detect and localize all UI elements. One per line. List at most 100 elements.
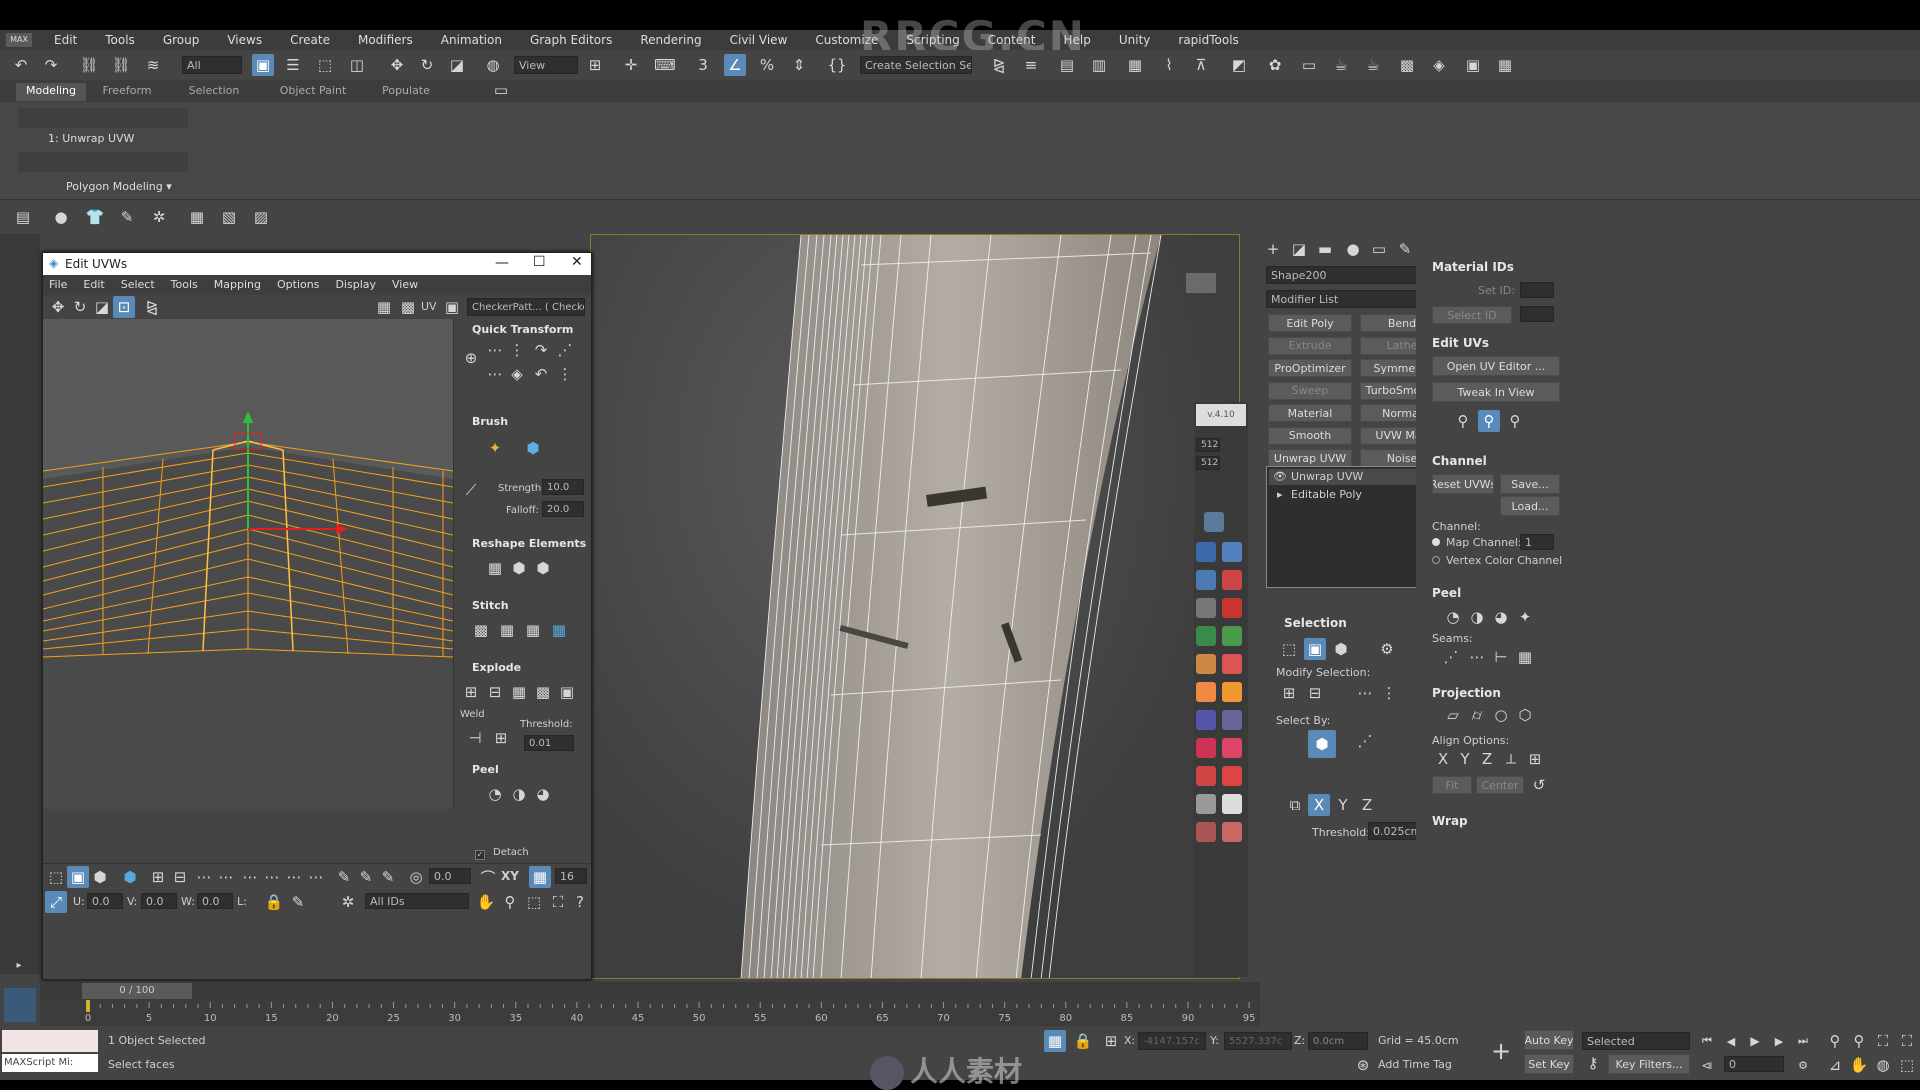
uv-rotate-icon[interactable]: ↻ <box>69 296 91 318</box>
named-selection-set[interactable]: Create Selection Se <box>860 56 972 74</box>
orbit-icon[interactable]: ◍ <box>1872 1054 1894 1076</box>
modifier-button-smooth[interactable]: Smooth <box>1268 426 1352 445</box>
space-h-icon[interactable]: ⋰ <box>554 339 576 361</box>
tweak-icon-3[interactable]: ⚲ <box>1504 410 1526 432</box>
set-id-field[interactable] <box>1520 282 1554 298</box>
prev-frame-icon[interactable]: ◀︎ <box>1720 1030 1742 1052</box>
minimize-icon[interactable]: — <box>495 255 509 271</box>
maximize-icon[interactable]: ☐ <box>533 254 546 270</box>
textools-512-icon[interactable] <box>1222 794 1242 814</box>
element-select-icon[interactable]: ⬢ <box>1330 638 1352 660</box>
projection-title[interactable]: Projection <box>1432 686 1501 700</box>
vertex-select-icon[interactable]: ⬚ <box>1278 638 1300 660</box>
uv-menu-item-edit[interactable]: Edit <box>83 278 104 291</box>
uv-mirror-icon[interactable]: ⧎ <box>141 296 163 318</box>
z-coordinate[interactable]: 0.0cm <box>1308 1032 1368 1050</box>
current-frame-field[interactable]: 0 <box>1724 1056 1784 1072</box>
modifier-button-prooptimizer[interactable]: ProOptimizer <box>1268 359 1352 377</box>
peel-pin-icon[interactable]: ✦ <box>1514 606 1536 628</box>
key-mode-toggle-icon[interactable]: ⧏ <box>1696 1054 1718 1076</box>
textools-uv-3d-icon[interactable] <box>1222 570 1242 590</box>
uv-scale-icon[interactable]: ◪ <box>91 296 113 318</box>
peel-title[interactable]: Peel <box>1432 586 1461 600</box>
shirt-icon[interactable]: 👕 <box>84 206 106 228</box>
keyboard-shortcut-icon[interactable]: ⌨ <box>654 54 676 76</box>
modifier-button-unwrap-uvw[interactable]: Unwrap UVW <box>1268 449 1352 467</box>
save-button[interactable]: Save... <box>1500 474 1560 494</box>
unlink-icon[interactable]: ⛓ <box>110 54 132 76</box>
align-icon[interactable]: ≡ <box>1020 54 1042 76</box>
x-coordinate[interactable]: -4147.157c <box>1138 1032 1206 1050</box>
seam-convert-icon[interactable]: ▦ <box>1514 646 1536 668</box>
vertex-color-radio[interactable] <box>1432 556 1440 564</box>
zoom-icon[interactable]: ⚲ <box>499 891 521 913</box>
render-production-icon[interactable]: ☕ <box>1330 54 1352 76</box>
edit-uvs-title[interactable]: Edit UVs <box>1432 336 1489 350</box>
a360-gallery-icon[interactable]: ◈ <box>1428 54 1450 76</box>
peel-mode-icon[interactable]: ◑ <box>508 783 530 805</box>
textools-star-icon[interactable] <box>1222 682 1242 702</box>
peel-pelt-icon[interactable]: ◑ <box>1466 606 1488 628</box>
timeline-current-frame-marker[interactable] <box>86 1000 90 1012</box>
menu-item-create[interactable]: Create <box>290 33 330 47</box>
uv-menu-item-mapping[interactable]: Mapping <box>214 278 261 291</box>
stitch-target-icon[interactable]: ▦ <box>548 619 570 641</box>
hierarchy-tab-icon[interactable]: ▬ <box>1314 238 1336 260</box>
material-ids-title[interactable]: Material IDs <box>1432 260 1514 274</box>
selection-lock-icon[interactable]: 🔒 <box>1072 1030 1094 1052</box>
particles-icon[interactable]: ✲ <box>148 206 170 228</box>
threshold-field[interactable]: 0.01 <box>524 735 574 751</box>
curve-icon[interactable]: ⌒ <box>477 866 499 888</box>
brush-stroke-icon[interactable]: ⟋ <box>460 479 482 501</box>
map-channel-radio[interactable] <box>1432 538 1440 546</box>
stitch-source-icon[interactable]: ▦ <box>496 619 518 641</box>
set-pivot-icon[interactable]: ⊕ <box>460 347 482 369</box>
next-frame-icon[interactable]: ▶︎ <box>1768 1030 1790 1052</box>
scene-explorer-toggle-icon[interactable]: ▤ <box>12 206 34 228</box>
menu-item-modifiers[interactable]: Modifiers <box>358 33 413 47</box>
hide-icon[interactable]: ✎ <box>287 891 309 913</box>
textools-crop-icon[interactable] <box>1222 766 1242 786</box>
paint-grow-icon[interactable]: ✎ <box>355 866 377 888</box>
grid-subdiv-field[interactable]: 16 <box>555 868 587 884</box>
box-map-icon[interactable]: ⬡ <box>1514 704 1536 726</box>
asset-library-icon[interactable]: ▣ <box>1462 54 1484 76</box>
zoom-region-icon[interactable]: ⬚ <box>523 891 545 913</box>
trackbar[interactable]: 0510152025303540455055606570758085909510… <box>40 1000 1260 1026</box>
object-name-field[interactable]: Shape200 <box>1266 266 1426 284</box>
shrink-selection-icon[interactable]: ⊟ <box>1304 682 1326 704</box>
material-editor-icon[interactable]: ◩ <box>1228 54 1250 76</box>
selection-title[interactable]: Selection <box>1284 616 1347 630</box>
textools-selset-icon[interactable] <box>1222 822 1242 842</box>
select-by-edge-icon[interactable]: ⋰ <box>1354 730 1376 752</box>
maximize-viewport-icon[interactable]: ⬚ <box>1896 1054 1918 1076</box>
checker-dropdown[interactable]: CheckerPatt... ( Checker ) <box>467 298 585 316</box>
vertex-mode-icon[interactable]: ⬚ <box>45 866 67 888</box>
uv-canvas[interactable] <box>43 319 453 809</box>
detach-checkbox[interactable]: ✓ <box>475 850 485 860</box>
axis-z-icon[interactable]: Z <box>1356 794 1378 816</box>
planar-map-icon[interactable]: ⏥ <box>1442 704 1464 726</box>
space-v-icon[interactable]: ⋮ <box>554 363 576 385</box>
tweak-icon-1[interactable]: ⚲ <box>1452 410 1474 432</box>
textools-unfold-icon[interactable] <box>1196 570 1216 590</box>
ring-selection-icon[interactable]: ⋮ <box>1378 682 1400 704</box>
ribbon-tab-freeform[interactable]: Freeform <box>86 83 168 101</box>
textools-mirror-icon[interactable] <box>1196 710 1216 730</box>
u-field[interactable]: 0.0 <box>87 893 123 909</box>
detach-edge-icon[interactable]: ⊟ <box>484 681 506 703</box>
go-to-start-icon[interactable]: ⏮ <box>1696 1030 1718 1052</box>
modifier-button-sweep[interactable]: Sweep <box>1268 381 1352 400</box>
xy-toggle[interactable]: XY <box>501 869 519 883</box>
relax-icon[interactable]: ⬢ <box>508 557 530 579</box>
flatten-settings-icon[interactable]: ▩ <box>532 681 554 703</box>
relax-brush-icon[interactable]: ⬢ <box>522 437 544 459</box>
seam-edge-icon[interactable]: ⋯ <box>1466 646 1488 668</box>
menu-item-animation[interactable]: Animation <box>441 33 502 47</box>
menu-item-rapidtools[interactable]: rapidTools <box>1178 33 1238 47</box>
curve-editor-icon[interactable]: ⌇ <box>1158 54 1180 76</box>
redo-icon[interactable]: ↷ <box>40 54 62 76</box>
wrap-title[interactable]: Wrap <box>1432 814 1468 828</box>
ribbon-section-polygon-modeling[interactable]: Polygon Modeling ▾ <box>66 180 172 193</box>
play-icon[interactable]: ▶ <box>1744 1030 1766 1052</box>
